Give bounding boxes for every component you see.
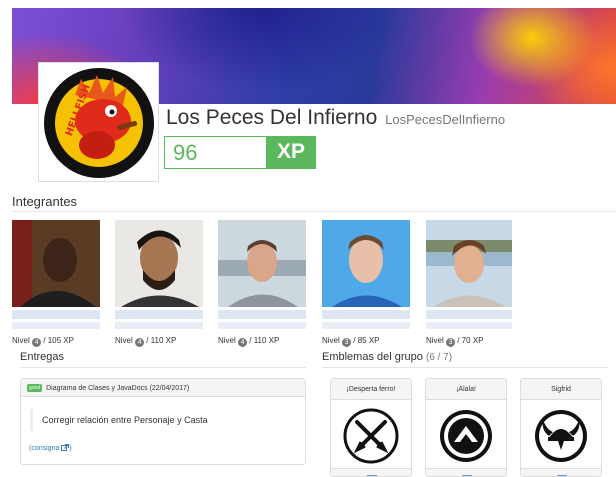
member-level: Nivel 4 / 110 XP [115,336,177,347]
group-handle: LosPecesDelInfierno [385,112,506,127]
member-card[interactable] [12,220,100,329]
member-username-hidden [426,322,512,329]
member-card[interactable] [218,220,306,329]
emblem-card[interactable]: Sigfrid [520,378,602,477]
emblem-name: ¡Desperta ferro! [331,379,411,400]
member-level: Nivel 3 / 70 XP [426,336,484,347]
emblemas-title: Emblemas del grupo (6 / 7) [322,351,453,363]
crossed-swords-icon [343,408,399,464]
entrega-title: Diagrama de Clases y JavaDocs (22/04/201… [46,385,190,392]
member-card[interactable] [322,220,410,329]
emblemas-count: (6 / 7) [425,352,453,363]
member-level: Nivel 4 / 105 XP [12,336,74,347]
emblem-footer [331,468,411,476]
member-username-hidden [218,322,306,329]
member-username-hidden [322,322,410,329]
emblem-footer [426,468,506,476]
spartan-shield-icon [440,410,492,462]
entrega-panel: good Diagrama de Clases y JavaDocs (22/0… [20,378,306,465]
entregas-title: Entregas [20,351,65,363]
divider [12,211,616,212]
member-level: Nivel 4 / 110 XP [218,336,280,347]
member-avatar[interactable] [322,220,410,307]
xp-label: XP [266,136,316,169]
member-avatar[interactable] [218,220,306,307]
group-logo: HELLFISH [38,62,159,182]
emblem-footer [521,468,601,476]
entrega-header: good Diagrama de Clases y JavaDocs (22/0… [21,379,305,397]
member-card[interactable] [426,220,512,329]
members-title: Integrantes [12,194,78,209]
member-avatar[interactable] [426,220,512,307]
xp-value: 96 [164,136,266,169]
divider [322,367,608,368]
emblem-name: ¡Alala! [426,379,506,400]
hellfish-logo-icon: HELLFISH [44,68,154,178]
level-badge: 3 [342,338,352,347]
level-badge: 4 [238,338,248,347]
grade-badge: good [27,384,43,392]
member-avatar[interactable] [12,220,100,307]
member-name-hidden [426,310,512,319]
member-avatar[interactable] [115,220,203,307]
group-title: Los Peces Del Infierno LosPecesDelInfier… [166,106,505,130]
member-username-hidden [115,322,203,329]
xp-display: 96 XP [164,136,316,169]
divider [20,367,306,368]
consigna-link[interactable]: (consigna ) [29,444,72,452]
level-badge: 4 [32,338,42,347]
viking-helmet-icon [535,410,587,462]
emblem-card[interactable]: ¡Desperta ferro! [330,378,412,477]
level-badge: 3 [446,338,456,347]
member-card[interactable] [115,220,203,329]
member-name-hidden [12,310,100,319]
entrega-comment: Corregir relación entre Personaje y Cast… [30,409,300,431]
emblem-name: Sigfrid [521,379,601,400]
member-level: Nivel 3 / 85 XP [322,336,380,347]
level-badge: 4 [135,338,145,347]
member-username-hidden [12,322,100,329]
member-name-hidden [322,310,410,319]
member-name-hidden [115,310,203,319]
member-name-hidden [218,310,306,319]
emblem-card[interactable]: ¡Alala! [425,378,507,477]
group-name: Los Peces Del Infierno [166,106,378,129]
